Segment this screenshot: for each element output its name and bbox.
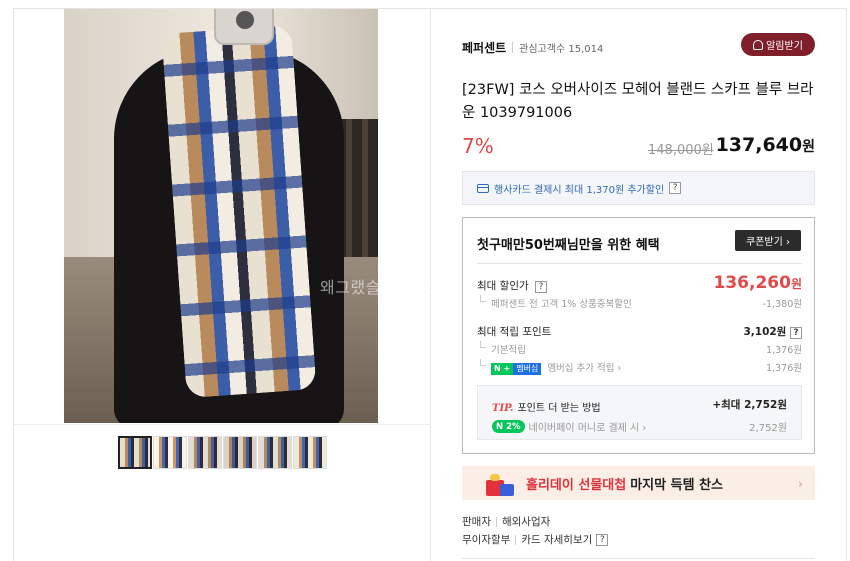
store-fans: 관심고객수 15,014 bbox=[519, 44, 604, 55]
thumbnail-2[interactable] bbox=[153, 436, 187, 469]
seller-separator bbox=[495, 516, 497, 527]
thumbnail-3[interactable] bbox=[188, 436, 222, 469]
sale-price: 137,640원 bbox=[716, 134, 815, 156]
discount-sub-label: 페퍼센트 전 고객 1% 상품중복할인 bbox=[491, 299, 632, 310]
seller-value: 해외사업자 bbox=[501, 516, 551, 528]
holiday-banner[interactable]: 홀리데이 선물대첩 마지막 득템 찬스 › bbox=[462, 466, 815, 500]
installment-link[interactable]: 카드 자세히보기 bbox=[521, 532, 592, 547]
thumbnail-1[interactable] bbox=[118, 436, 152, 469]
tree-branch-icon bbox=[480, 341, 486, 348]
sale-price-unit: 원 bbox=[802, 139, 815, 155]
points-row: 최대 적립 포인트 3,102원 ? bbox=[477, 324, 802, 339]
card-benefit-text: 행사카드 결제시 최대 1,370원 추가할인 bbox=[494, 184, 665, 196]
photo-phone bbox=[214, 9, 274, 45]
basic-points-row: 기본적립 1,376원 bbox=[477, 341, 802, 356]
product-title: [23FW] 코스 오버사이즈 모헤어 블랜드 스카프 블루 브라운 10397… bbox=[462, 82, 814, 121]
max-discount-label: 최대 할인가 bbox=[477, 280, 529, 292]
membership-points-row[interactable]: N + 멤버십 멤버십 추가 적립 › 1,376원 bbox=[477, 359, 802, 375]
membership-points-label[interactable]: 멤버십 추가 적립 › bbox=[547, 363, 621, 374]
npay-value: 2,752원 bbox=[749, 423, 787, 434]
original-price: 148,000원 bbox=[648, 143, 714, 158]
tree-branch-icon bbox=[480, 295, 486, 302]
alarm-button[interactable]: 알림받기 bbox=[741, 33, 815, 56]
naver-membership-badge: N + 멤버십 bbox=[491, 362, 542, 375]
points-value: 3,102원 ? bbox=[743, 324, 802, 339]
basic-points-value: 1,376원 bbox=[766, 345, 802, 356]
main-product-image[interactable] bbox=[64, 9, 378, 423]
membership-points-value: 1,376원 bbox=[766, 363, 802, 374]
points-label: 최대 적립 포인트 bbox=[477, 326, 552, 338]
installment-label: 무이자할부 bbox=[462, 534, 511, 546]
installment-separator bbox=[515, 534, 517, 545]
card-help-icon[interactable]: ? bbox=[669, 182, 682, 194]
thumbnail-6[interactable] bbox=[293, 436, 327, 469]
bottom-divider bbox=[462, 558, 815, 559]
coupon-button[interactable]: 쿠폰받기 › bbox=[735, 230, 801, 251]
benefit-title: 첫구매만50번째님만을 위한 혜택 bbox=[477, 238, 660, 253]
tree-branch-icon bbox=[480, 359, 486, 366]
tip-label: TIP. 포인트 더 받는 방법 bbox=[492, 403, 601, 414]
alarm-label: 알림받기 bbox=[766, 41, 803, 52]
store-separator bbox=[512, 42, 514, 53]
banner-red-text: 홀리데이 선물대첩 bbox=[526, 477, 627, 493]
credit-card-icon bbox=[477, 183, 489, 193]
max-discount-row: 최대 할인가 ? 136,260원 bbox=[477, 273, 802, 293]
card-benefit-box[interactable]: 행사카드 결제시 최대 1,370원 추가할인 ? bbox=[462, 171, 815, 205]
installment-help-icon[interactable]: ? bbox=[596, 533, 609, 546]
max-discount-help-icon[interactable]: ? bbox=[534, 281, 547, 293]
store-row: 페퍼센트 관심고객수 15,014 bbox=[462, 39, 603, 56]
discount-sub-value: -1,380원 bbox=[762, 299, 802, 310]
store-name[interactable]: 페퍼센트 bbox=[462, 39, 506, 56]
discount-sub-row: 페퍼센트 전 고객 1% 상품중복할인 -1,380원 bbox=[477, 295, 802, 310]
chevron-right-icon: › bbox=[798, 477, 803, 491]
sale-price-value: 137,640 bbox=[715, 134, 803, 156]
max-discount-value: 136,260원 bbox=[713, 273, 802, 293]
banner-dark-text: 마지막 득템 찬스 bbox=[630, 477, 723, 493]
thumbnail-strip bbox=[118, 436, 327, 469]
discount-rate: 7% bbox=[462, 134, 494, 158]
thumbnail-5[interactable] bbox=[258, 436, 292, 469]
bell-icon bbox=[753, 39, 764, 50]
tip-value: +최대 2,752원 bbox=[712, 399, 787, 411]
benefit-divider bbox=[477, 263, 802, 264]
seller-label: 판매자 bbox=[462, 516, 491, 528]
installment-row: 무이자할부 카드 자세히보기 ? bbox=[462, 532, 609, 547]
thumbnail-4[interactable] bbox=[223, 436, 257, 469]
photo-scarf bbox=[161, 24, 317, 399]
npay-label[interactable]: 네이버페이 머니로 결제 시 › bbox=[529, 419, 647, 434]
npay-row[interactable]: N 2% 네이버페이 머니로 결제 시 › bbox=[492, 419, 646, 434]
npay-percent-badge: N 2% bbox=[492, 420, 525, 433]
points-help-icon[interactable]: ? bbox=[790, 327, 802, 339]
thumbnail-divider bbox=[13, 424, 430, 425]
benefit-box: 첫구매만50번째님만을 위한 혜택 쿠폰받기 › 최대 할인가 ? 136,26… bbox=[462, 217, 815, 454]
tip-box: TIP. 포인트 더 받는 방법 +최대 2,752원 N 2% 네이버페이 머니… bbox=[477, 385, 802, 440]
seller-row: 판매자 해외사업자 bbox=[462, 514, 550, 529]
basic-points-label: 기본적립 bbox=[491, 345, 526, 356]
gift-icon bbox=[482, 470, 518, 498]
